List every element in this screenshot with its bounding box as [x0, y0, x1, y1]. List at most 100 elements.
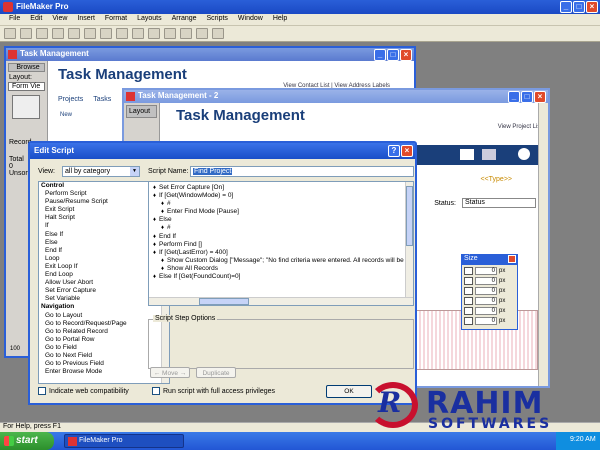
- script-line[interactable]: ♦ #: [149, 224, 413, 232]
- script-name-input[interactable]: Find Project: [190, 166, 414, 177]
- type-field[interactable]: <<Type>>: [480, 176, 512, 183]
- window2-maximize-button[interactable]: □: [521, 91, 533, 103]
- start-button[interactable]: start: [0, 432, 54, 450]
- menu-edit[interactable]: Edit: [25, 14, 47, 25]
- window2-page-title: Task Management: [176, 107, 305, 124]
- cut-icon[interactable]: [68, 28, 80, 39]
- print-icon[interactable]: [52, 28, 64, 39]
- logo-r-glyph: R: [378, 386, 402, 419]
- size-unit: px: [499, 318, 506, 324]
- status-field[interactable]: Status: [462, 198, 536, 208]
- size-value-field[interactable]: 0: [475, 277, 497, 285]
- script-line[interactable]: ♦ If [Get(LastError) = 400]: [149, 249, 413, 257]
- script-line[interactable]: ♦ Else: [149, 216, 413, 224]
- window1-tabs: Projects Tasks: [58, 96, 111, 103]
- script-line[interactable]: ♦ End If: [149, 233, 413, 241]
- menu-help[interactable]: Help: [268, 14, 292, 25]
- size-unit: px: [499, 268, 506, 274]
- view-icon[interactable]: [460, 149, 474, 160]
- find-icon[interactable]: [164, 28, 176, 39]
- script-line[interactable]: ♦ #: [149, 200, 413, 208]
- menu-file[interactable]: File: [4, 14, 25, 25]
- size-palette-titlebar[interactable]: Size: [462, 255, 517, 265]
- size-value-field[interactable]: 0: [475, 307, 497, 315]
- list-icon[interactable]: [482, 149, 496, 160]
- window2-layout-label[interactable]: Layout: [126, 105, 157, 118]
- size-unit: px: [499, 298, 506, 304]
- menu-scripts[interactable]: Scripts: [202, 14, 233, 25]
- zoom-level[interactable]: 100: [10, 346, 20, 352]
- new-icon[interactable]: [4, 28, 16, 39]
- size-value-field[interactable]: 0: [475, 297, 497, 305]
- undo-icon[interactable]: [132, 28, 144, 39]
- new-button[interactable]: New: [60, 112, 72, 118]
- size-row: 0 px: [464, 307, 515, 315]
- mode-label[interactable]: Browse: [8, 63, 45, 72]
- checkbox-box[interactable]: [152, 387, 160, 395]
- move-button[interactable]: ← Move →: [150, 367, 190, 378]
- chevron-down-icon[interactable]: ▼: [130, 167, 139, 176]
- script-line[interactable]: ♦ Set Error Capture [On]: [149, 184, 413, 192]
- book-icon[interactable]: [12, 95, 40, 119]
- menu-window[interactable]: Window: [233, 14, 268, 25]
- duplicate-button[interactable]: Duplicate: [196, 367, 236, 378]
- sort-icon[interactable]: [148, 28, 160, 39]
- script-editor[interactable]: ♦ Set Error Capture [On] ♦ If [Get(WindowMo…: [148, 181, 414, 306]
- window1-maximize-button[interactable]: □: [387, 49, 399, 61]
- full-access-checkbox[interactable]: Run script with full access privileges: [152, 387, 275, 395]
- size-row: 0 px: [464, 287, 515, 295]
- close-button[interactable]: ×: [586, 1, 598, 13]
- paste-icon[interactable]: [100, 28, 112, 39]
- script-line[interactable]: ♦ If [Get(WindowMode) = 0]: [149, 192, 413, 200]
- script-line[interactable]: ♦ Show Custom Dialog ["Message"; "No find…: [149, 257, 413, 265]
- checkbox-box[interactable]: [38, 387, 46, 395]
- view-select[interactable]: all by category ▼: [62, 166, 140, 177]
- menu-layouts[interactable]: Layouts: [132, 14, 167, 25]
- dialog-close-button[interactable]: ×: [401, 145, 413, 157]
- size-row: 0 px: [464, 317, 515, 325]
- script-line[interactable]: ♦ Else If [Get(FoundCount)=0]: [149, 273, 413, 281]
- window1-close-button[interactable]: ×: [400, 49, 412, 61]
- menu-format[interactable]: Format: [100, 14, 132, 25]
- dialog-titlebar[interactable]: Edit Script ? ×: [30, 143, 415, 159]
- window1-titlebar[interactable]: Task Management _ □ ×: [6, 48, 414, 61]
- save-icon[interactable]: [36, 28, 48, 39]
- taskbar: start FileMaker Pro 9:20 AM: [0, 432, 600, 450]
- size-palette-close-button[interactable]: [508, 255, 516, 263]
- layout-select[interactable]: Form Vie: [8, 82, 45, 91]
- maximize-button[interactable]: □: [573, 1, 585, 13]
- copy-icon[interactable]: [84, 28, 96, 39]
- open-icon[interactable]: [20, 28, 32, 39]
- script-line[interactable]: ♦ Enter Find Mode [Pause]: [149, 208, 413, 216]
- window2-close-button[interactable]: ×: [534, 91, 546, 103]
- help-icon[interactable]: [518, 148, 530, 160]
- size-value-field[interactable]: 0: [475, 317, 497, 325]
- window1-minimize-button[interactable]: _: [374, 49, 386, 61]
- ok-button[interactable]: OK: [326, 385, 372, 398]
- window2-scrollbar[interactable]: [538, 103, 548, 386]
- menu-arrange[interactable]: Arrange: [167, 14, 202, 25]
- menu-insert[interactable]: Insert: [72, 14, 100, 25]
- script-vscrollbar[interactable]: [405, 182, 413, 305]
- web-compat-checkbox[interactable]: Indicate web compatibility: [38, 387, 129, 395]
- script-line[interactable]: ♦ Perform Find []: [149, 241, 413, 249]
- size-value-field[interactable]: 0: [475, 287, 497, 295]
- format-icon[interactable]: [116, 28, 128, 39]
- layout-icon[interactable]: [196, 28, 208, 39]
- script-icon[interactable]: [212, 28, 224, 39]
- script-line-text: #: [167, 224, 171, 232]
- records-icon[interactable]: [180, 28, 192, 39]
- dialog-help-button[interactable]: ?: [388, 145, 400, 157]
- script-hscrollbar[interactable]: [149, 297, 413, 305]
- view-project-list-link[interactable]: View Project List: [498, 124, 542, 130]
- tab-tasks[interactable]: Tasks: [93, 96, 111, 103]
- menu-view[interactable]: View: [47, 14, 72, 25]
- tab-projects[interactable]: Projects: [58, 96, 83, 103]
- window2-minimize-button[interactable]: _: [508, 91, 520, 103]
- size-value-field[interactable]: 0: [475, 267, 497, 275]
- minimize-button[interactable]: _: [560, 1, 572, 13]
- script-line[interactable]: ♦ Show All Records: [149, 265, 413, 273]
- taskbar-item-filemaker[interactable]: FileMaker Pro: [64, 434, 184, 448]
- filemaker-app-icon: [68, 437, 77, 446]
- window2-titlebar[interactable]: Task Management - 2 _ □ ×: [124, 90, 548, 103]
